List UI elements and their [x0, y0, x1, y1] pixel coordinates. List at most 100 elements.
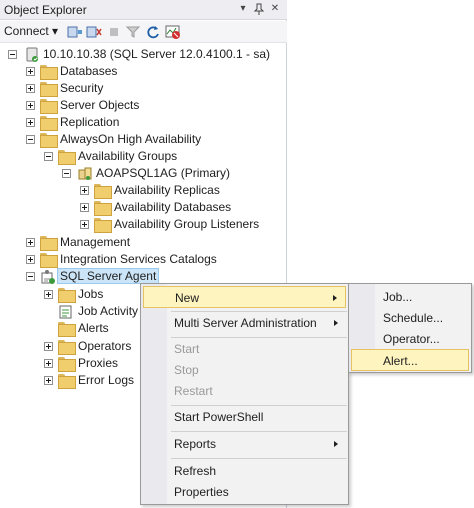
disconnect-icon[interactable]	[86, 24, 102, 40]
collapse-icon[interactable]	[44, 152, 53, 161]
tree-label: Jobs	[78, 287, 104, 301]
tree-node-management[interactable]: Management	[0, 234, 287, 251]
filter-icon[interactable]	[125, 24, 141, 40]
tree-node-integration[interactable]: Integration Services Catalogs	[0, 251, 287, 268]
tree-label: Availability Replicas	[114, 183, 220, 197]
expand-icon[interactable]	[26, 255, 35, 264]
new-submenu: Job... Schedule... Operator... Alert...	[348, 283, 472, 373]
folder-icon	[58, 150, 76, 165]
tree-label: Replication	[60, 115, 120, 129]
menu-item-label: Stop	[174, 363, 199, 377]
tree-label: Integration Services Catalogs	[60, 252, 217, 266]
expand-icon[interactable]	[80, 186, 89, 195]
menu-item-label: Job...	[383, 290, 413, 304]
panel-title: Object Explorer	[4, 3, 87, 17]
expand-icon[interactable]	[26, 67, 35, 76]
folder-icon	[58, 374, 76, 389]
menu-item-label: Start	[174, 342, 200, 356]
menu-item-schedule[interactable]: Schedule...	[351, 307, 469, 329]
folder-icon	[40, 236, 58, 251]
tree-label: AlwaysOn High Availability	[60, 132, 202, 146]
tree-label: Proxies	[78, 356, 119, 370]
pin-icon[interactable]	[252, 2, 266, 16]
dropdown-icon[interactable]: ▾	[236, 2, 250, 16]
folder-icon	[94, 218, 112, 233]
menu-item-label: Schedule...	[383, 311, 444, 325]
menu-item-refresh[interactable]: Refresh	[143, 460, 346, 482]
menu-item-start[interactable]: Start	[143, 338, 346, 360]
tree-node-availability-databases[interactable]: Availability Databases	[0, 199, 287, 216]
menu-item-multi-server[interactable]: Multi Server Administration	[143, 312, 346, 334]
tree-label: Availability Databases	[114, 200, 232, 214]
menu-item-operator[interactable]: Operator...	[351, 328, 469, 350]
submenu-arrow-icon	[333, 295, 337, 301]
tree-node-alwayson[interactable]: AlwaysOn High Availability	[0, 131, 287, 148]
menu-item-properties[interactable]: Properties	[143, 481, 346, 503]
tree-label: Availability Groups	[78, 149, 178, 163]
collapse-icon[interactable]	[8, 50, 17, 59]
tree-node-security[interactable]: Security	[0, 80, 287, 97]
folder-icon	[40, 99, 58, 114]
tree-node-databases[interactable]: Databases	[0, 63, 287, 80]
expand-icon[interactable]	[44, 290, 53, 299]
submenu-arrow-icon	[334, 320, 338, 326]
expand-icon[interactable]	[26, 101, 35, 110]
tree-node-server[interactable]: 10.10.10.38 (SQL Server 12.0.4100.1 - sa…	[0, 46, 287, 63]
tree-node-availability-groups[interactable]: Availability Groups	[0, 148, 287, 165]
connect-engine-icon[interactable]	[67, 24, 83, 40]
menu-item-label: Reports	[174, 437, 217, 451]
expand-icon[interactable]	[44, 359, 53, 368]
refresh-icon[interactable]	[145, 24, 161, 40]
menu-item-powershell[interactable]: Start PowerShell	[143, 406, 346, 428]
menu-item-label: New	[175, 291, 200, 305]
close-icon[interactable]: ✕	[268, 2, 282, 16]
menu-item-alert[interactable]: Alert...	[351, 349, 469, 371]
tree-label: Alerts	[78, 321, 109, 335]
activity-monitor-icon[interactable]	[165, 24, 181, 40]
expand-icon[interactable]	[26, 118, 35, 127]
connect-button[interactable]: Connect ▾	[4, 24, 58, 38]
context-menu: New Multi Server Administration Start St…	[140, 283, 349, 505]
menu-item-label: Properties	[174, 485, 229, 499]
folder-icon	[58, 288, 76, 303]
menu-item-label: Multi Server Administration	[174, 316, 317, 330]
expand-icon[interactable]	[26, 238, 35, 247]
folder-icon	[40, 133, 58, 148]
tree-label: Error Logs	[78, 373, 135, 387]
expand-icon[interactable]	[44, 376, 53, 385]
expand-icon[interactable]	[26, 84, 35, 93]
tree-node-replication[interactable]: Replication	[0, 114, 287, 131]
menu-item-label: Refresh	[174, 464, 217, 478]
expand-icon[interactable]	[44, 342, 53, 351]
sql-agent-icon	[40, 269, 56, 285]
expand-icon[interactable]	[80, 203, 89, 212]
menu-item-label: Alert...	[383, 354, 418, 368]
availability-group-icon	[77, 166, 93, 182]
folder-icon	[94, 201, 112, 216]
folder-icon	[40, 65, 58, 80]
tree-node-ag[interactable]: AOAPSQL1AG (Primary)	[0, 165, 287, 182]
job-activity-icon	[58, 304, 74, 320]
menu-separator	[171, 431, 347, 432]
tree-node-server-objects[interactable]: Server Objects	[0, 97, 287, 114]
tree-label: Availability Group Listeners	[114, 217, 260, 231]
menu-item-label: Restart	[174, 384, 213, 398]
tree-label: Operators	[78, 339, 132, 353]
menu-separator	[171, 458, 347, 459]
tree-node-replicas[interactable]: Availability Replicas	[0, 182, 287, 199]
menu-item-new[interactable]: New	[143, 286, 346, 308]
menu-item-stop[interactable]: Stop	[143, 359, 346, 381]
tree-node-listeners[interactable]: Availability Group Listeners	[0, 216, 287, 233]
collapse-icon[interactable]	[26, 135, 35, 144]
stop-icon[interactable]	[106, 24, 122, 40]
menu-item-job[interactable]: Job...	[351, 286, 469, 308]
menu-item-reports[interactable]: Reports	[143, 433, 346, 455]
expand-icon[interactable]	[80, 220, 89, 229]
collapse-icon[interactable]	[26, 272, 35, 281]
submenu-arrow-icon	[334, 441, 338, 447]
folder-icon	[94, 184, 112, 199]
collapse-icon[interactable]	[62, 169, 71, 178]
folder-icon	[58, 322, 76, 337]
tree-label: Databases	[60, 64, 118, 78]
menu-item-restart[interactable]: Restart	[143, 380, 346, 402]
